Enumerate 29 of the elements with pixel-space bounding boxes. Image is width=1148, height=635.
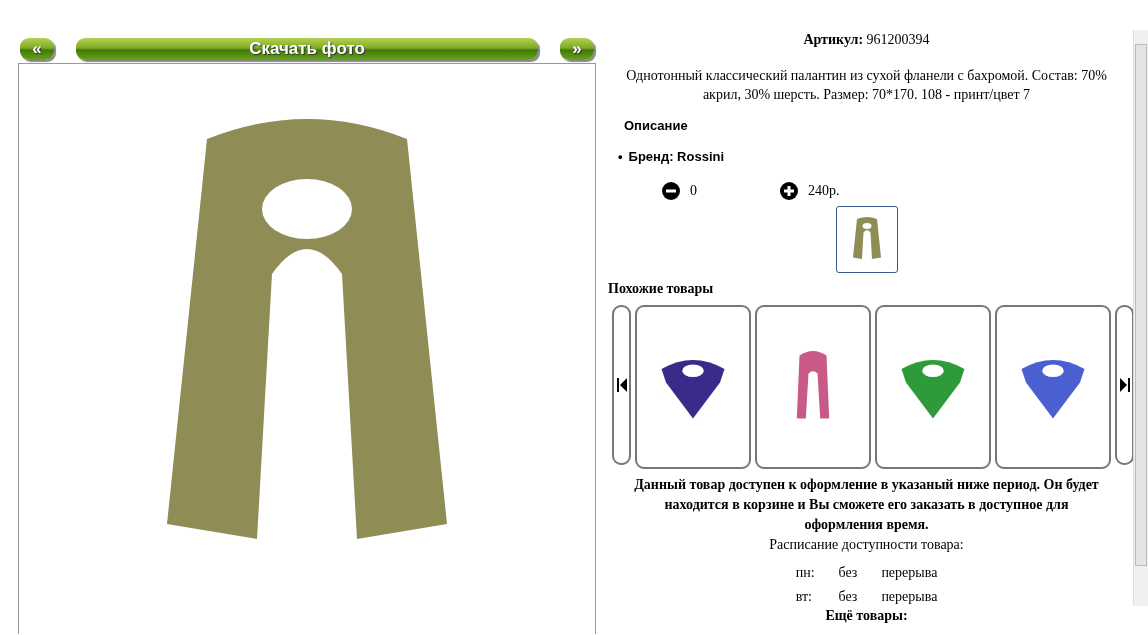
scrollbar[interactable] bbox=[1133, 30, 1148, 606]
price: 240р. bbox=[808, 183, 841, 199]
similar-product-card[interactable] bbox=[635, 305, 751, 469]
plus-icon[interactable] bbox=[780, 182, 798, 200]
quantity-value: 0 bbox=[690, 183, 698, 199]
schedule-cell-text: пн: bbox=[794, 564, 816, 582]
schedule-cell-text: без bbox=[837, 588, 859, 606]
next-button[interactable]: » bbox=[560, 38, 594, 60]
skip-back-icon bbox=[616, 378, 627, 392]
skip-forward-icon bbox=[1119, 378, 1130, 392]
bullet: • bbox=[618, 149, 623, 164]
schedule-title: Расписание доступности товара: bbox=[769, 537, 964, 553]
article-number: Артикул: 961200394 bbox=[803, 32, 930, 48]
carousel-previous-button[interactable] bbox=[612, 305, 631, 465]
similar-product-card[interactable] bbox=[995, 305, 1111, 469]
details-title: Описание bbox=[624, 118, 688, 133]
schedule-cell-text: вт: bbox=[794, 588, 813, 606]
availability-notice: Данный товар доступен к оформление в указаный ниже период. Он будет находится в корзине и Вы сможете его заказать в доступное для оформления время. bbox=[633, 476, 1100, 534]
more-products-title: Ещё товары: bbox=[824, 608, 909, 624]
schedule-cell-text: перерыва bbox=[880, 588, 939, 606]
schedule-cell-text: без bbox=[837, 564, 859, 582]
schedule-cell-text: перерыва bbox=[880, 564, 939, 582]
download-photo-button[interactable]: Скачать фото bbox=[76, 38, 538, 60]
product-thumbnail[interactable] bbox=[835, 206, 898, 273]
minus-icon[interactable] bbox=[662, 182, 680, 200]
product-description: Однотонный классический палантин из сухой фланели с бахромой. Состав: 70% акрил, 30% шерсть. Размер: 70*170. 108 - принт/цвет 7 bbox=[625, 67, 1108, 104]
similar-products-title: Похожие товары bbox=[608, 281, 714, 297]
brand-detail: Бренд: Rossini bbox=[628, 149, 725, 164]
previous-button[interactable]: « bbox=[20, 38, 54, 60]
